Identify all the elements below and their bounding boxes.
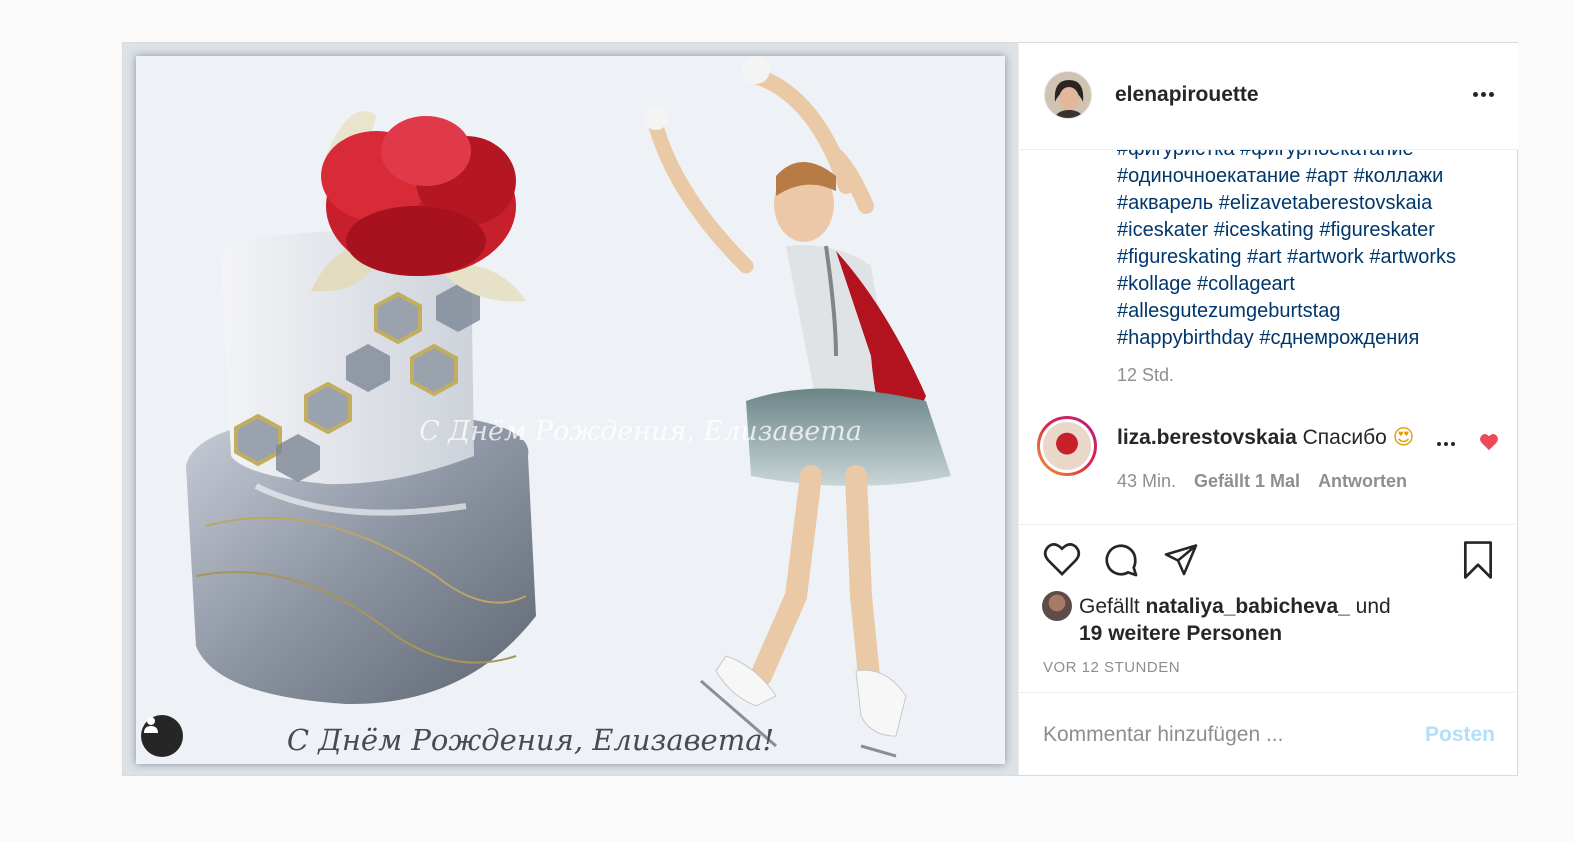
reply-text: Спасибо: [1302, 426, 1387, 449]
reply-more-icon[interactable]: [1437, 442, 1465, 446]
likes-prefix: Gefällt: [1079, 595, 1140, 618]
post-header: elenapirouette: [1019, 43, 1518, 150]
reply-button[interactable]: Antworten: [1318, 471, 1407, 492]
heart-filled-icon[interactable]: [1479, 433, 1499, 456]
likes-summary: Gefällt nataliya_babicheva_ und 19 weite…: [1079, 593, 1391, 647]
heart-outline-icon[interactable]: [1043, 541, 1081, 582]
likes-connector: und: [1355, 595, 1391, 618]
collage-artwork: [136, 56, 1005, 764]
paper-plane-icon[interactable]: [1162, 541, 1200, 582]
hashtag-line[interactable]: #акварель #elizavetaberestovskaia: [1117, 190, 1507, 217]
bookmark-icon[interactable]: [1461, 541, 1495, 584]
post-comment-button[interactable]: Posten: [1425, 723, 1495, 747]
author-username[interactable]: elenapirouette: [1115, 83, 1259, 107]
post-actions: Gefällt nataliya_babicheva_ und 19 weite…: [1019, 524, 1518, 692]
hashtag-line[interactable]: #kollage #collageart: [1117, 271, 1507, 298]
reply-author-avatar[interactable]: [1037, 416, 1097, 476]
image-watermark-text: С Днём Рождения, Елизавета: [419, 416, 862, 447]
hashtag-line[interactable]: #happybirthday #сднемрождения: [1117, 325, 1507, 352]
likes-others[interactable]: 19 weitere Personen: [1079, 622, 1282, 645]
author-avatar[interactable]: [1044, 71, 1092, 119]
reply-comment: liza.berestovskaia Спасибо 😍: [1117, 425, 1415, 450]
reply-meta: 43 Min. Gefällt 1 Mal Antworten: [1117, 471, 1407, 492]
hashtag-line[interactable]: #одиночноекатание #арт #коллажи: [1117, 163, 1507, 190]
user-tag-icon[interactable]: [141, 715, 183, 757]
hashtag-line[interactable]: #iceskater #iceskating #figureskater: [1117, 217, 1507, 244]
comments-section: #фигуристка #фигурноекатание #одиночноек…: [1019, 150, 1518, 524]
hashtag-line[interactable]: #allesgutezumgeburtstag: [1117, 298, 1507, 325]
image-caption-text: С Днём Рождения, Елизавета!: [286, 723, 775, 757]
caption-time: 12 Std.: [1117, 365, 1175, 385]
reply-time[interactable]: 43 Min.: [1117, 471, 1176, 492]
hashtag-line[interactable]: #фигуристка #фигурноекатание: [1117, 150, 1507, 163]
reply-username[interactable]: liza.berestovskaia: [1117, 426, 1297, 449]
post-media: С Днём Рождения, Елизавета С Днём Рожден…: [123, 43, 1018, 775]
post-sidebar: elenapirouette #фигуристка #фигурноеката…: [1018, 43, 1518, 775]
more-options-icon[interactable]: [1469, 79, 1497, 109]
liker-avatar[interactable]: [1042, 591, 1072, 621]
reply-likes-count[interactable]: Gefällt 1 Mal: [1194, 471, 1300, 492]
add-comment-bar: Posten: [1019, 692, 1518, 775]
comment-input[interactable]: [1043, 717, 1413, 753]
post-timestamp[interactable]: VOR 12 STUNDEN: [1043, 659, 1180, 676]
post-image[interactable]: С Днём Рождения, Елизавета С Днём Рожден…: [136, 56, 1005, 764]
hashtag-line[interactable]: #figureskating #art #artwork #artworks: [1117, 244, 1507, 271]
reply-emoji: 😍: [1392, 426, 1415, 449]
liker-username[interactable]: nataliya_babicheva_: [1146, 595, 1350, 618]
caption-hashtags: #фигуристка #фигурноекатание #одиночноек…: [1117, 150, 1507, 352]
instagram-post: С Днём Рождения, Елизавета С Днём Рожден…: [122, 42, 1518, 776]
comment-bubble-icon[interactable]: [1102, 541, 1140, 584]
